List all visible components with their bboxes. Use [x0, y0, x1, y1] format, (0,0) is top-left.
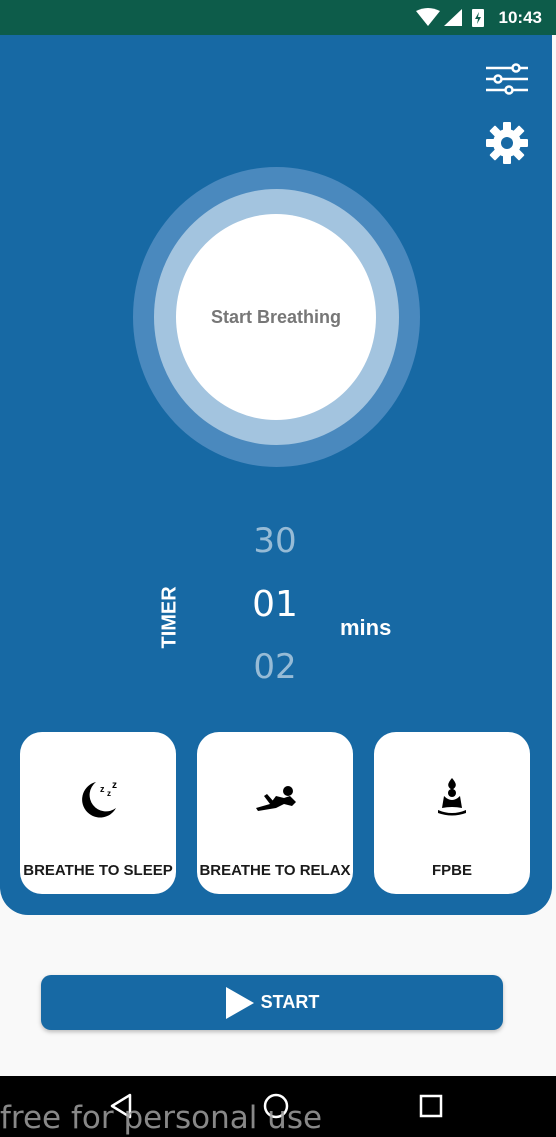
sleep-moon-icon: z z z — [20, 776, 176, 827]
play-icon — [225, 986, 254, 1019]
wifi-signal-battery-icon — [416, 8, 484, 27]
mode-label-relax: BREATHE TO RELAX — [199, 862, 351, 879]
start-breathing-label: Start Breathing — [210, 306, 342, 327]
timer-picker-next[interactable]: 02 — [220, 647, 330, 687]
start-button[interactable]: START — [41, 975, 503, 1030]
watermark-text: free for personal use — [0, 1100, 323, 1136]
meditation-icon — [374, 776, 530, 821]
mode-card-sleep[interactable]: z z z BREATHE TO SLEEP — [20, 732, 176, 894]
status-icons — [416, 8, 486, 33]
recent-apps-icon[interactable] — [419, 1092, 443, 1125]
settings-gear-icon[interactable] — [485, 121, 529, 170]
mode-card-relax[interactable]: BREATHE TO RELAX — [197, 732, 353, 894]
status-bar: 10:43 — [0, 0, 556, 35]
relax-person-icon — [197, 782, 353, 819]
start-button-label: START — [260, 992, 320, 1012]
svg-text:z: z — [112, 780, 117, 791]
timer-picker-previous[interactable]: 30 — [220, 521, 330, 561]
filter-sliders-icon[interactable] — [485, 63, 529, 100]
timer-picker-selected[interactable]: 01 — [220, 584, 330, 625]
start-breathing-button[interactable]: Start Breathing — [176, 214, 376, 420]
status-time: 10:43 — [498, 8, 542, 27]
timer-unit-label: mins — [340, 615, 392, 640]
svg-text:z: z — [107, 789, 111, 798]
timer-label: TIMER — [158, 586, 181, 649]
mode-label-sleep: BREATHE TO SLEEP — [23, 862, 173, 879]
mode-card-fpbe[interactable]: FPBE — [374, 732, 530, 894]
main-panel: Start Breathing TIMER 30 01 02 mins z z … — [0, 35, 552, 915]
mode-label-fpbe: FPBE — [431, 862, 472, 879]
svg-text:z: z — [100, 784, 105, 794]
